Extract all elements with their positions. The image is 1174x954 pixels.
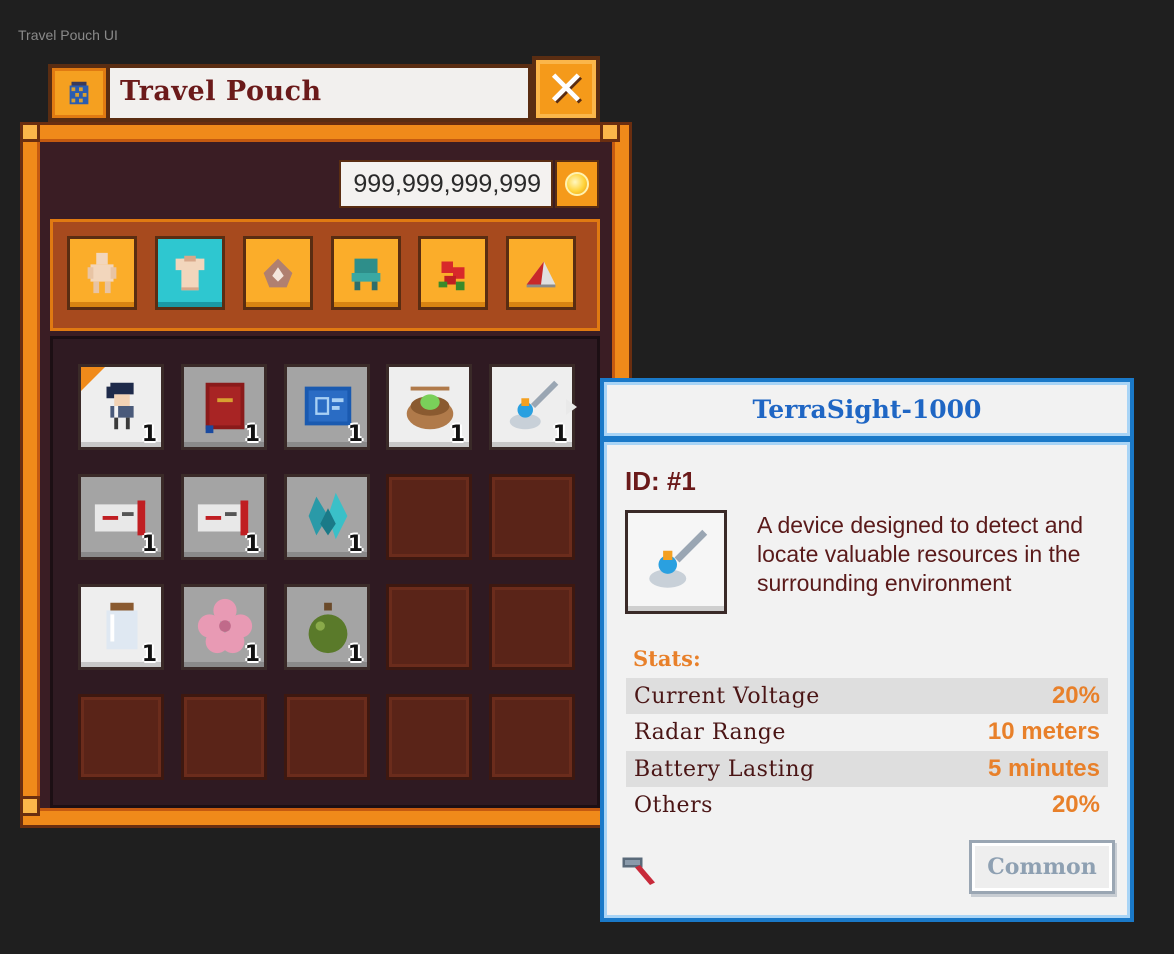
inventory-slot-empty[interactable]: [489, 694, 575, 780]
page-label: Travel Pouch UI: [18, 27, 118, 43]
stat-row: Radar Range 10 meters: [626, 714, 1108, 750]
inventory-slot[interactable]: 1: [78, 584, 164, 670]
frame-corner-tl: [20, 122, 40, 142]
inventory-slot[interactable]: 1: [78, 474, 164, 560]
stat-row: Battery Lasting 5 minutes: [626, 751, 1108, 787]
tab-clothing[interactable]: [155, 236, 225, 310]
shirt-icon: [175, 255, 205, 291]
stat-value: 5 minutes: [987, 755, 1100, 782]
hammer-icon: [622, 857, 655, 885]
item-quantity: 1: [244, 532, 260, 557]
currency-amount: 999,999,999,999: [339, 160, 553, 208]
inventory-slot[interactable]: 1: [284, 584, 370, 670]
tab-furniture[interactable]: [331, 236, 401, 310]
item-id: ID: #1: [625, 466, 696, 496]
stat-row: Others 20%: [626, 787, 1108, 823]
item-quantity: 1: [141, 532, 157, 557]
flower-icon: [438, 261, 465, 291]
gold-coin-icon: [565, 172, 589, 196]
pouch-icon: [48, 64, 110, 122]
inventory-slot[interactable]: 1: [181, 364, 267, 450]
item-quantity: 1: [347, 642, 363, 667]
stat-name: Radar Range: [634, 719, 786, 745]
tab-body[interactable]: [67, 236, 137, 310]
tooltip-header: TerraSight-1000: [600, 378, 1134, 440]
item-quantity: 1: [552, 422, 568, 447]
stat-name: Current Voltage: [634, 683, 820, 709]
terrasight-scanner-icon: [649, 529, 708, 588]
tab-plants[interactable]: [418, 236, 488, 310]
body-icon: [87, 252, 117, 294]
item-quantity: 1: [347, 422, 363, 447]
inventory-slot-empty[interactable]: [386, 474, 472, 560]
tab-material[interactable]: [243, 236, 313, 310]
shovel-icon: [526, 261, 556, 288]
title-bar: Travel Pouch: [110, 64, 532, 122]
stat-row: Current Voltage 20%: [626, 678, 1108, 714]
inventory-slot-empty[interactable]: [489, 474, 575, 560]
stat-name: Battery Lasting: [634, 756, 815, 782]
tooltip-pointer: [566, 399, 577, 415]
item-quantity: 1: [141, 642, 157, 667]
stat-name: Others: [634, 792, 713, 818]
item-name: TerraSight-1000: [752, 394, 982, 424]
item-quantity: 1: [244, 642, 260, 667]
inventory-slot[interactable]: 1: [181, 474, 267, 560]
window-title: Travel Pouch: [120, 76, 322, 107]
item-quantity: 1: [244, 422, 260, 447]
inventory-slot-empty[interactable]: [181, 694, 267, 780]
item-quantity: 1: [449, 422, 465, 447]
inventory-slot[interactable]: 1: [386, 364, 472, 450]
inventory-slot-selected[interactable]: 1: [489, 364, 575, 450]
close-button[interactable]: ✕: [532, 56, 600, 122]
frame-corner-tr: [600, 122, 620, 142]
inventory-slot-empty[interactable]: [78, 694, 164, 780]
item-quantity: 1: [141, 422, 157, 447]
chair-icon: [351, 258, 381, 291]
tab-tools[interactable]: [506, 236, 576, 310]
close-icon: ✕: [545, 61, 587, 117]
inventory-slot-empty[interactable]: [386, 694, 472, 780]
stat-value: 10 meters: [987, 718, 1100, 745]
inventory-slot[interactable]: 1: [181, 584, 267, 670]
currency-button[interactable]: [555, 160, 599, 208]
stats-label: Stats:: [633, 646, 701, 671]
rarity-badge: Common: [969, 840, 1115, 894]
ore-icon: [263, 258, 293, 288]
item-preview: [625, 510, 727, 614]
item-description: A device designed to detect and locate v…: [757, 512, 1084, 596]
inventory-slot-empty[interactable]: [386, 584, 472, 670]
inventory-slot[interactable]: 1: [284, 364, 370, 450]
inventory-slot[interactable]: 1: [284, 474, 370, 560]
inventory-slot-empty[interactable]: [489, 584, 575, 670]
inventory-slot[interactable]: 1: [78, 364, 164, 450]
frame-corner-bl: [20, 796, 40, 816]
stat-value: 20%: [1051, 682, 1100, 709]
stat-value: 20%: [1051, 791, 1100, 818]
inventory-slot-empty[interactable]: [284, 694, 370, 780]
item-quantity: 1: [347, 532, 363, 557]
